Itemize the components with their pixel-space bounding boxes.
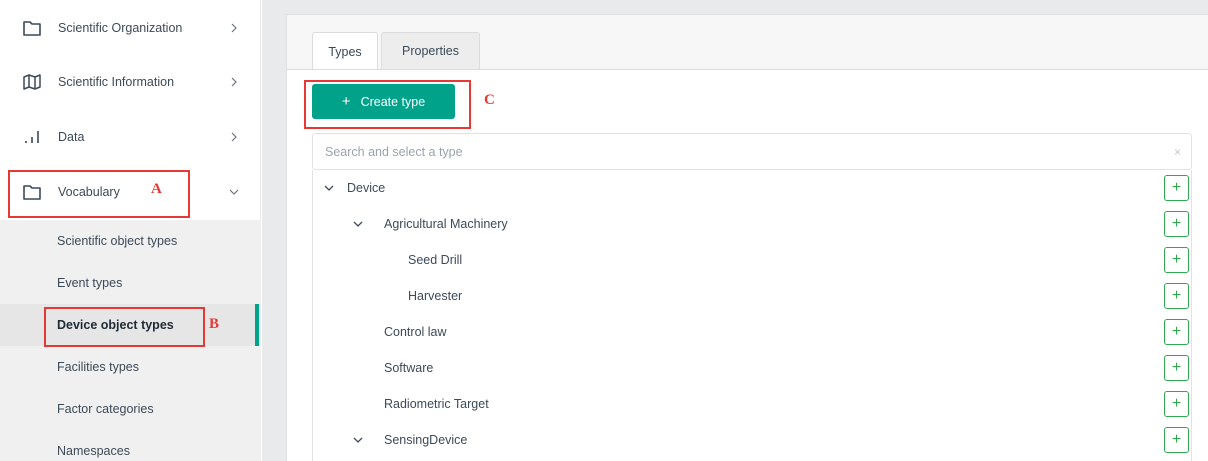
tree-row-software: Software + bbox=[313, 350, 1191, 386]
submenu-item-label: Factor categories bbox=[57, 402, 154, 416]
tree-node-label[interactable]: Control law bbox=[384, 325, 447, 339]
submenu-item-scientific-object-types[interactable]: Scientific object types bbox=[0, 220, 261, 262]
submenu-item-event-types[interactable]: Event types bbox=[0, 262, 261, 304]
chevron-down-icon[interactable] bbox=[353, 220, 363, 228]
submenu-item-label: Facilities types bbox=[57, 360, 139, 374]
add-child-button[interactable]: + bbox=[1164, 247, 1189, 273]
active-indicator bbox=[255, 304, 259, 346]
submenu-item-namespaces[interactable]: Namespaces bbox=[0, 430, 261, 461]
tree-row-device: Device + bbox=[313, 170, 1191, 206]
types-panel: + Create type × Device + Agricultural Ma… bbox=[287, 70, 1208, 461]
chevron-down-icon bbox=[229, 189, 239, 195]
type-search-select[interactable]: × bbox=[312, 133, 1192, 170]
tree-row-seed-drill: Seed Drill + bbox=[313, 242, 1191, 278]
tab-label: Types bbox=[328, 44, 362, 59]
tree-node-label[interactable]: SensingDevice bbox=[384, 433, 467, 447]
tab-types[interactable]: Types bbox=[312, 32, 378, 70]
tree-node-label[interactable]: Software bbox=[384, 361, 433, 375]
add-child-button[interactable]: + bbox=[1164, 355, 1189, 381]
tree-node-label[interactable]: Radiometric Target bbox=[384, 397, 489, 411]
sidebar-item-vocabulary[interactable]: Vocabulary bbox=[0, 172, 261, 212]
submenu-item-facilities-types[interactable]: Facilities types bbox=[0, 346, 261, 388]
create-type-label: Create type bbox=[360, 94, 426, 109]
tree-node-label[interactable]: Device bbox=[347, 181, 385, 195]
submenu-item-label: Namespaces bbox=[57, 444, 130, 458]
annotation-label-b: B bbox=[209, 316, 220, 332]
plus-icon: + bbox=[341, 93, 351, 110]
add-child-button[interactable]: + bbox=[1164, 175, 1189, 201]
sidebar-item-data[interactable]: Data bbox=[0, 117, 261, 157]
folder-icon bbox=[23, 185, 41, 200]
folder-icon bbox=[23, 21, 41, 36]
tab-label: Properties bbox=[402, 44, 459, 58]
tree-row-harvester: Harvester + bbox=[313, 278, 1191, 314]
tree-row-agricultural-machinery: Agricultural Machinery + bbox=[313, 206, 1191, 242]
add-child-button[interactable]: + bbox=[1164, 319, 1189, 345]
bar-chart-icon bbox=[25, 131, 39, 143]
clear-icon[interactable]: × bbox=[1174, 145, 1181, 159]
annotation-label-c: C bbox=[484, 92, 495, 108]
search-input[interactable] bbox=[325, 134, 1165, 169]
main-content: Types Properties + Create type × Device … bbox=[262, 0, 1208, 461]
tab-properties[interactable]: Properties bbox=[381, 32, 480, 69]
submenu-item-label: Device object types bbox=[57, 318, 174, 332]
sidebar-item-label: Data bbox=[58, 130, 85, 144]
add-child-button[interactable]: + bbox=[1164, 283, 1189, 309]
chevron-right-icon bbox=[231, 23, 237, 33]
sidebar-item-scientific-organization[interactable]: Scientific Organization bbox=[0, 8, 261, 48]
tree-row-control-law: Control law + bbox=[313, 314, 1191, 350]
tree-row-radiometric-target: Radiometric Target + bbox=[313, 386, 1191, 422]
types-card: Types Properties + Create type × Device … bbox=[286, 14, 1208, 461]
sidebar: Scientific Organization Scientific Infor… bbox=[0, 0, 261, 461]
sidebar-item-label: Vocabulary bbox=[58, 185, 120, 199]
sidebar-item-label: Scientific Organization bbox=[58, 21, 183, 35]
submenu-item-label: Scientific object types bbox=[57, 234, 178, 248]
tree-node-label[interactable]: Agricultural Machinery bbox=[384, 217, 508, 231]
create-type-button[interactable]: + Create type bbox=[312, 84, 455, 119]
submenu-item-device-object-types[interactable]: Device object types bbox=[0, 304, 261, 346]
map-icon bbox=[23, 74, 41, 90]
submenu-item-factor-categories[interactable]: Factor categories bbox=[0, 388, 261, 430]
tree-row-sensingdevice: SensingDevice + bbox=[313, 422, 1191, 458]
chevron-right-icon bbox=[231, 132, 237, 142]
vocabulary-submenu: Scientific object types Event types Devi… bbox=[0, 220, 261, 461]
annotation-label-a: A bbox=[151, 181, 162, 197]
tree-node-label[interactable]: Seed Drill bbox=[408, 253, 462, 267]
sidebar-item-scientific-information[interactable]: Scientific Information bbox=[0, 62, 261, 102]
sidebar-item-label: Scientific Information bbox=[58, 75, 175, 89]
chevron-right-icon bbox=[231, 77, 237, 87]
chevron-down-icon[interactable] bbox=[353, 436, 363, 444]
chevron-down-icon[interactable] bbox=[324, 184, 334, 192]
add-child-button[interactable]: + bbox=[1164, 391, 1189, 417]
submenu-item-label: Event types bbox=[57, 276, 123, 290]
type-tree: Device + Agricultural Machinery + Seed D… bbox=[312, 170, 1192, 461]
add-child-button[interactable]: + bbox=[1164, 211, 1189, 237]
add-child-button[interactable]: + bbox=[1164, 427, 1189, 453]
tree-node-label[interactable]: Harvester bbox=[408, 289, 462, 303]
